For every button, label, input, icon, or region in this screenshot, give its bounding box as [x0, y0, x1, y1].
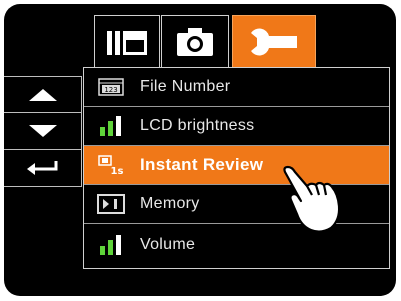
memory-card-icon: [96, 193, 126, 215]
back-button[interactable]: [4, 149, 82, 187]
signal-bars-icon: [96, 234, 126, 256]
camera-lcd-screen: 123 File Number LCD brightness 1s Instan…: [4, 4, 396, 296]
svg-text:1s: 1s: [111, 166, 124, 176]
scroll-up-button[interactable]: [4, 76, 82, 114]
menu-item-label: Volume: [140, 235, 196, 253]
instant-review-icon: 1s: [96, 154, 126, 176]
tab-settings[interactable]: [232, 15, 316, 68]
arrow-down-icon: [28, 125, 57, 137]
signal-bars-icon: [96, 115, 126, 137]
menu-item-label: Instant Review: [140, 155, 264, 174]
tab-display-mode[interactable]: [94, 15, 160, 68]
tab-camera[interactable]: [161, 15, 229, 68]
arrow-up-icon: [28, 89, 57, 101]
wrench-icon: [251, 28, 297, 56]
menu-item-lcd-brightness[interactable]: LCD brightness: [84, 107, 389, 146]
return-arrow-icon: [26, 161, 57, 175]
menu-item-label: Memory: [140, 195, 200, 212]
menu-item-label: File Number: [140, 78, 231, 95]
camera-icon: [177, 28, 213, 56]
menu-item-label: LCD brightness: [140, 117, 255, 134]
scroll-down-button[interactable]: [4, 112, 82, 150]
display-mode-icon: [107, 31, 147, 55]
svg-text:123: 123: [104, 86, 117, 94]
menu-item-file-number[interactable]: 123 File Number: [84, 68, 389, 107]
file-number-icon: 123: [96, 76, 126, 98]
pointing-hand-icon: [283, 165, 341, 233]
